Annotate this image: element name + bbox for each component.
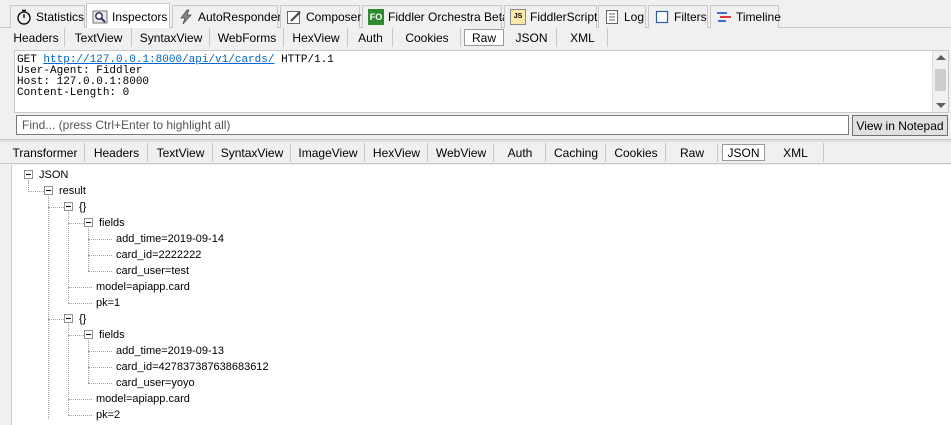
json-leaf-node[interactable]: card_user=test [116,263,189,279]
find-input[interactable] [16,115,849,135]
req-tab-cookies[interactable]: Cookies [394,28,461,47]
top-tab-strip: Statistics Inspectors AutoResponder Comp… [0,0,951,29]
resp-tab-caching[interactable]: Caching [547,143,606,162]
response-tab-strip: Transformer Headers TextView SyntaxView … [0,143,951,164]
request-protocol: HTTP/1.1 [281,54,334,66]
resp-tab-webview[interactable]: WebView [429,143,494,162]
request-tab-strip: Headers TextView SyntaxView WebForms Hex… [0,28,951,48]
tab-label: AutoResponder [198,10,282,24]
script-icon: JS [510,9,526,25]
tab-log[interactable]: Log [598,5,646,28]
tab-label: Statistics [36,10,85,24]
req-tab-hexview[interactable]: HexView [285,28,348,47]
resp-tab-syntaxview[interactable]: SyntaxView [214,143,291,162]
json-result-node[interactable]: result [59,183,86,199]
req-tab-xml[interactable]: XML [558,28,608,47]
stopwatch-icon [16,9,32,25]
tab-label: Timeline [736,10,781,24]
tab-fiddlerscript[interactable]: JS FiddlerScript [504,5,597,28]
collapse-toggle-icon[interactable] [44,186,53,195]
resp-tab-headers[interactable]: Headers [86,143,148,162]
pane-splitter[interactable] [0,139,951,142]
tab-inspectors[interactable]: Inspectors [86,3,170,29]
req-tab-raw[interactable]: Raw [464,29,504,46]
request-header-line: Host: 127.0.0.1:8000 [17,76,150,88]
tab-label: Filters [674,10,707,24]
tab-label: Composer [306,10,362,24]
req-tab-auth[interactable]: Auth [349,28,393,47]
req-tab-syntaxview[interactable]: SyntaxView [133,28,210,47]
resp-tab-textview[interactable]: TextView [149,143,213,162]
req-tab-json[interactable]: JSON [507,28,557,47]
json-leaf-node[interactable]: pk=2 [96,407,120,423]
json-leaf-node[interactable]: add_time=2019-09-14 [116,231,224,247]
tab-label: Fiddler Orchestra Beta [388,10,509,24]
scroll-up-arrow-icon[interactable] [936,55,946,60]
request-scrollbar[interactable] [932,51,948,112]
json-object-node[interactable]: {} [79,199,86,215]
tab-label: Inspectors [112,9,168,24]
view-in-notepad-button[interactable]: View in Notepad [852,115,948,136]
lightning-icon [178,9,194,25]
json-fields-node[interactable]: fields [99,215,125,231]
json-tree-view[interactable]: JSON result {} fields add_time=2019-09-1… [11,165,951,425]
request-header-line: Content-Length: 0 [17,87,130,99]
resp-tab-xml[interactable]: XML [768,143,824,162]
json-fields-node[interactable]: fields [99,327,125,343]
pencil-icon [286,9,302,25]
timeline-icon [716,9,732,25]
json-leaf-node[interactable]: card_id=427837387638683612 [116,359,269,375]
tab-label: FiddlerScript [530,10,598,24]
tab-label: Log [624,10,645,24]
tab-statistics[interactable]: Statistics [10,5,85,28]
req-tab-headers[interactable]: Headers [8,28,65,47]
collapse-toggle-icon[interactable] [84,330,93,339]
collapse-toggle-icon[interactable] [64,314,73,323]
tab-filters[interactable]: Filters [648,5,708,28]
resp-tab-raw[interactable]: Raw [667,143,718,162]
tab-autoresponder[interactable]: AutoResponder [172,5,282,28]
collapse-toggle-icon[interactable] [64,202,73,211]
resp-tab-transformer[interactable]: Transformer [6,143,85,162]
scroll-down-arrow-icon[interactable] [936,103,946,108]
resp-tab-imageview[interactable]: ImageView [292,143,365,162]
json-leaf-node[interactable]: model=apiapp.card [96,391,190,407]
request-header-line: User-Agent: Fiddler [17,65,143,77]
scroll-thumb[interactable] [935,69,946,91]
resp-tab-json[interactable]: JSON [722,144,765,161]
json-leaf-node[interactable]: model=apiapp.card [96,279,190,295]
req-tab-webforms[interactable]: WebForms [211,28,284,47]
log-icon [604,9,620,25]
json-root-node[interactable]: JSON [39,167,68,183]
json-leaf-node[interactable]: add_time=2019-09-13 [116,343,224,359]
raw-request-text[interactable]: GET http://127.0.0.1:8000/api/v1/cards/ … [14,50,949,113]
fo-icon: FO [368,9,384,25]
json-object-node[interactable]: {} [79,311,86,327]
collapse-toggle-icon[interactable] [24,170,33,179]
resp-tab-cookies[interactable]: Cookies [607,143,666,162]
magnifier-icon [92,9,108,25]
collapse-toggle-icon[interactable] [84,218,93,227]
json-leaf-node[interactable]: card_user=yoyo [116,375,195,391]
json-leaf-node[interactable]: card_id=2222222 [116,247,201,263]
tab-fiddler-orchestra[interactable]: FO Fiddler Orchestra Beta [362,5,509,28]
resp-tab-auth[interactable]: Auth [495,143,546,162]
req-tab-textview[interactable]: TextView [66,28,132,47]
tab-composer[interactable]: Composer [280,5,362,28]
resp-tab-hexview[interactable]: HexView [366,143,428,162]
request-line: GET http://127.0.0.1:8000/api/v1/cards/ … [17,55,948,66]
tab-timeline[interactable]: Timeline [710,5,781,28]
json-leaf-node[interactable]: pk=1 [96,295,120,311]
checkbox-icon [654,9,670,25]
